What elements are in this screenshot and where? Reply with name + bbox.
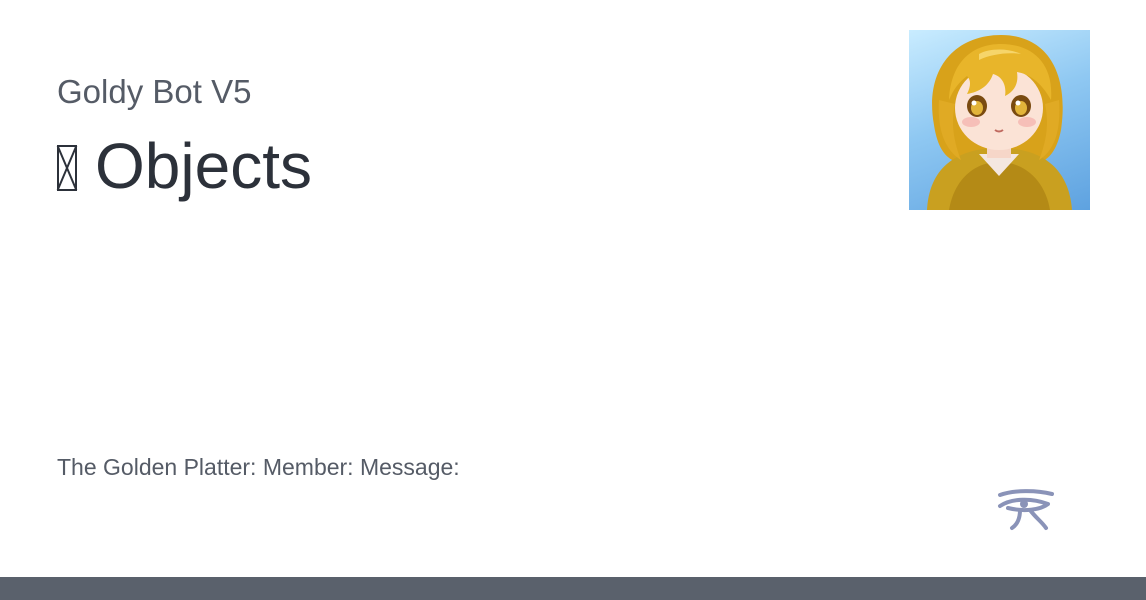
description: The Golden Platter: Member: Message:	[57, 454, 460, 480]
eye-right-shine	[1015, 100, 1021, 106]
eye-of-horus-icon	[998, 489, 1054, 530]
footer-bar	[0, 577, 1146, 600]
anime-girl-avatar-image	[927, 35, 1072, 210]
avatar	[909, 30, 1090, 210]
blush-right	[1018, 117, 1036, 127]
page-title-text: Objects	[95, 130, 312, 202]
blush-left	[962, 117, 980, 127]
site-name: Goldy Bot V5	[57, 73, 252, 110]
eye-left-shine	[971, 100, 977, 106]
page-title: Objects	[57, 128, 312, 204]
missing-glyph-icon	[57, 145, 77, 191]
